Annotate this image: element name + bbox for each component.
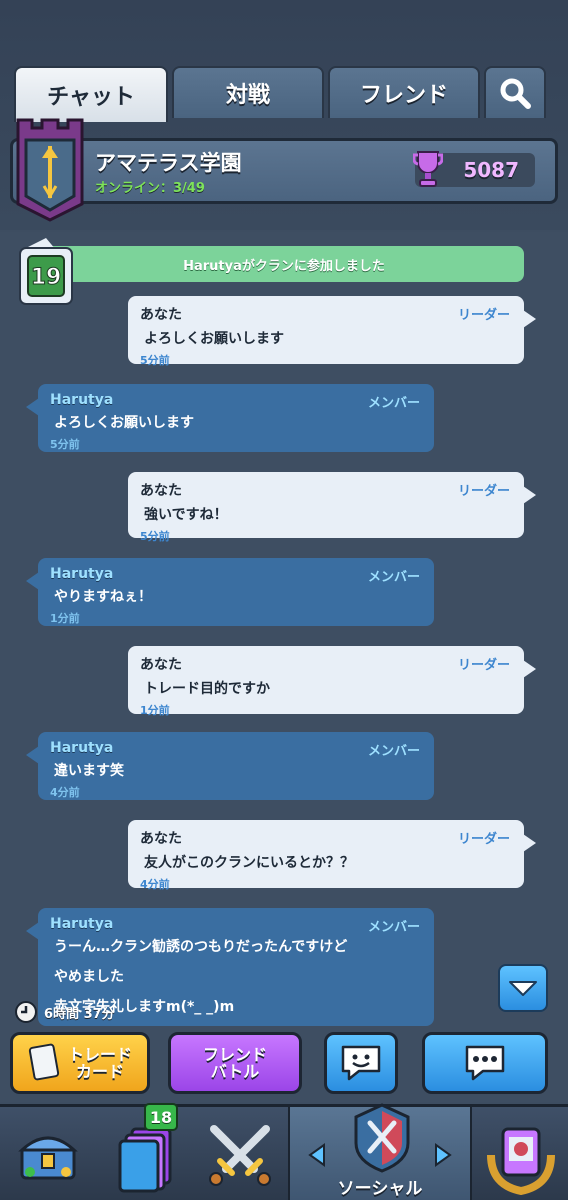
message-text-line: うーん…クラン勧誘のつもりだったんですけど: [54, 939, 348, 955]
clan-online-count: オンライン：3/49: [95, 181, 205, 196]
message-sender: Harutya: [50, 392, 114, 408]
card-count-badge: 18: [144, 1103, 178, 1131]
chevron-right-icon: [435, 1143, 452, 1167]
level-number: 19: [31, 265, 62, 290]
nav-social-label: ソーシャル: [337, 1179, 423, 1199]
message-role: メンバー: [367, 920, 420, 935]
clock-icon: [15, 1001, 37, 1023]
action-bar: トレード カード フレンド バトル: [0, 1032, 568, 1096]
tab-friends[interactable]: フレンド: [328, 66, 480, 118]
request-timer: 6時間 37分: [14, 1000, 115, 1024]
message-text: やりますねぇ！: [54, 589, 152, 605]
message-sender: あなた: [140, 657, 182, 673]
friend-battle-label-line1: フレンド: [202, 1045, 267, 1064]
message-time: 5分前: [140, 354, 170, 367]
message-sender: Harutya: [50, 566, 114, 582]
message-role: リーダー: [457, 832, 510, 847]
level-badge: 19: [19, 238, 73, 305]
message-time: 1分前: [50, 612, 80, 625]
message-text-line: やめました: [54, 969, 124, 985]
message-sender: あなた: [140, 307, 182, 323]
message-time: 4分前: [50, 786, 80, 799]
message-role: メンバー: [367, 570, 420, 585]
message-time: 5分前: [140, 530, 170, 543]
clan-name: アマテラス学園: [95, 151, 242, 175]
message-text: トレード目的ですか: [144, 681, 270, 697]
message-text: よろしくお願いします: [144, 331, 284, 347]
chest-icon: [18, 1136, 78, 1180]
message-text: よろしくお願いします: [54, 415, 194, 431]
friend-battle-label-line2: バトル: [210, 1062, 260, 1081]
social-shield-icon: [354, 1103, 410, 1173]
message-time: 4分前: [140, 878, 170, 891]
chat-message: Harutya メンバー 違います笑 4分前: [26, 732, 434, 800]
message-role: メンバー: [367, 396, 420, 411]
message-sender: Harutya: [50, 916, 114, 932]
card-icon: [28, 1043, 60, 1081]
clan-header[interactable]: アマテラス学園 オンライン：3/49 5087: [10, 138, 558, 204]
emote-icon: [341, 1045, 381, 1081]
chat-message: あなた リーダー よろしくお願いします 5分前: [128, 296, 536, 367]
message-text: 強いですね！: [144, 507, 228, 523]
message-time: 1分前: [140, 704, 170, 717]
nav-events[interactable]: [474, 1107, 568, 1200]
message-role: リーダー: [457, 484, 510, 499]
trophy-road-icon: [487, 1127, 555, 1195]
tab-search[interactable]: [484, 66, 546, 118]
message-text: 違います笑: [54, 763, 124, 779]
nav-cards[interactable]: 18: [98, 1103, 192, 1200]
friend-battle-button[interactable]: フレンド バトル: [168, 1032, 302, 1094]
system-message: Harutyaがクランに参加しました: [44, 246, 524, 282]
chat-message: Harutya メンバー よろしくお願いします 5分前: [26, 384, 434, 452]
chat-message: あなた リーダー 友人がこのクランにいるとか？？ 4分前: [128, 820, 536, 891]
timer-text: 6時間 37分: [44, 1006, 115, 1022]
message-sender: あなた: [140, 831, 182, 847]
search-icon: [500, 78, 531, 109]
trade-label-line1: トレード: [67, 1045, 132, 1064]
tab-battle[interactable]: 対戦: [172, 66, 324, 118]
chat-message: Harutya メンバー やりますねぇ！ 1分前: [26, 558, 434, 626]
chat-message: あなた リーダー トレード目的ですか 1分前: [128, 646, 536, 717]
chat-bubble-icon: [465, 1045, 505, 1081]
message-text: 友人がこのクランにいるとか？？: [144, 855, 354, 871]
message-sender: あなた: [140, 483, 182, 499]
chat-message: あなた リーダー 強いですね！ 5分前: [128, 472, 536, 543]
message-role: リーダー: [457, 308, 510, 323]
trade-card-button[interactable]: トレード カード: [10, 1032, 150, 1094]
nav-social[interactable]: ソーシャル: [288, 1103, 472, 1200]
bottom-nav: 18 ソーシャル: [0, 1103, 568, 1200]
chevron-down-icon: [509, 981, 537, 996]
message-role: メンバー: [367, 744, 420, 759]
nav-shop[interactable]: [0, 1107, 96, 1200]
trade-label-line2: カード: [75, 1062, 124, 1081]
message-sender: Harutya: [50, 740, 114, 756]
scroll-down-button[interactable]: [498, 964, 548, 1012]
message-time: 5分前: [50, 438, 80, 451]
message-role: リーダー: [457, 658, 510, 673]
nav-battle[interactable]: [194, 1107, 286, 1200]
emote-button[interactable]: [324, 1032, 398, 1094]
clan-badge-icon: [16, 118, 84, 222]
tab-chat[interactable]: チャット: [14, 66, 168, 122]
crossed-swords-icon: [209, 1125, 271, 1186]
chevron-left-icon: [308, 1143, 325, 1167]
chat-button[interactable]: [422, 1032, 548, 1094]
trophy-icon: [413, 151, 443, 187]
